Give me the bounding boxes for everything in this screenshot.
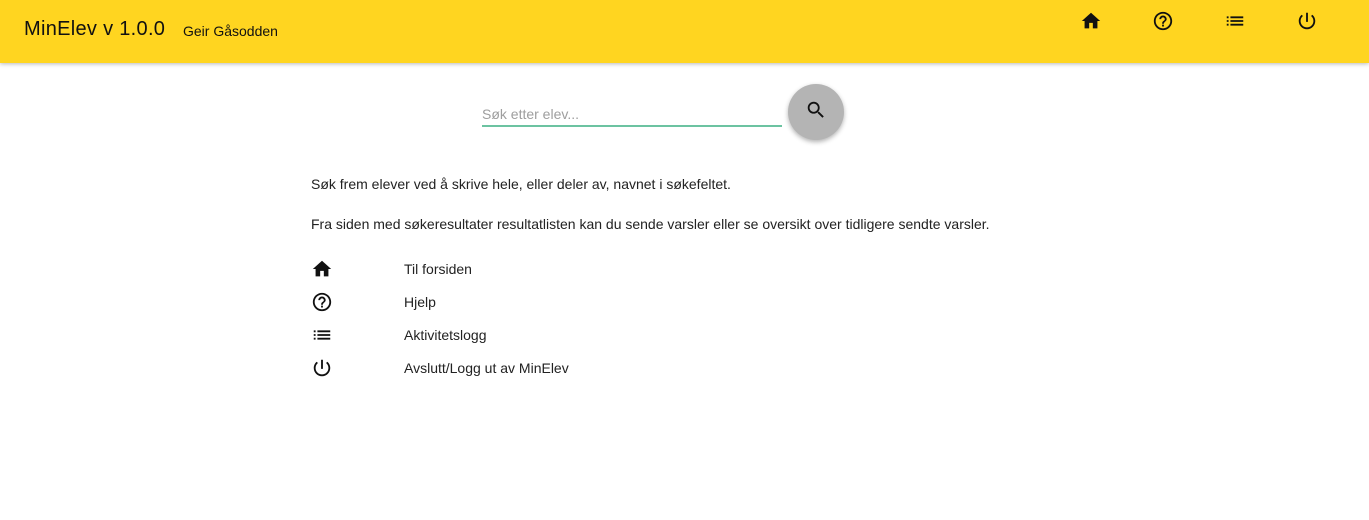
power-icon bbox=[311, 357, 333, 379]
help-icon bbox=[311, 291, 333, 313]
menu-item-label: Til forsiden bbox=[404, 261, 472, 277]
menu-item-label: Aktivitetslogg bbox=[404, 327, 487, 343]
menu-item-help[interactable]: Hjelp bbox=[311, 291, 711, 317]
menu-item-home[interactable]: Til forsiden bbox=[311, 258, 711, 284]
search-icon bbox=[805, 99, 827, 126]
home-nav-button[interactable] bbox=[1077, 9, 1105, 37]
menu-item-logout[interactable]: Avslutt/Logg ut av MinElev bbox=[311, 357, 711, 383]
help-nav-button[interactable] bbox=[1149, 9, 1177, 37]
logout-nav-button[interactable] bbox=[1293, 9, 1321, 37]
app-title: MinElev v 1.0.0 bbox=[24, 18, 166, 40]
search-button[interactable] bbox=[788, 84, 844, 140]
user-name: Geir Gåsodden bbox=[183, 23, 278, 39]
app-bar: MinElev v 1.0.0 Geir Gåsodden bbox=[0, 0, 1369, 63]
search-field bbox=[482, 103, 782, 127]
power-icon bbox=[1296, 10, 1318, 37]
list-icon bbox=[1224, 10, 1246, 37]
home-icon bbox=[311, 258, 333, 280]
home-icon bbox=[1080, 10, 1102, 37]
menu-item-label: Hjelp bbox=[404, 294, 436, 310]
menu-item-label: Avslutt/Logg ut av MinElev bbox=[404, 360, 569, 376]
search-input[interactable] bbox=[482, 103, 782, 127]
help-icon bbox=[1152, 10, 1174, 37]
activity-log-nav-button[interactable] bbox=[1221, 9, 1249, 37]
info-text-results: Fra siden med søkeresultater resultatlis… bbox=[311, 216, 990, 232]
info-text-search: Søk frem elever ved å skrive hele, eller… bbox=[311, 176, 731, 192]
menu-item-activity-log[interactable]: Aktivitetslogg bbox=[311, 324, 711, 350]
list-icon bbox=[311, 324, 333, 346]
